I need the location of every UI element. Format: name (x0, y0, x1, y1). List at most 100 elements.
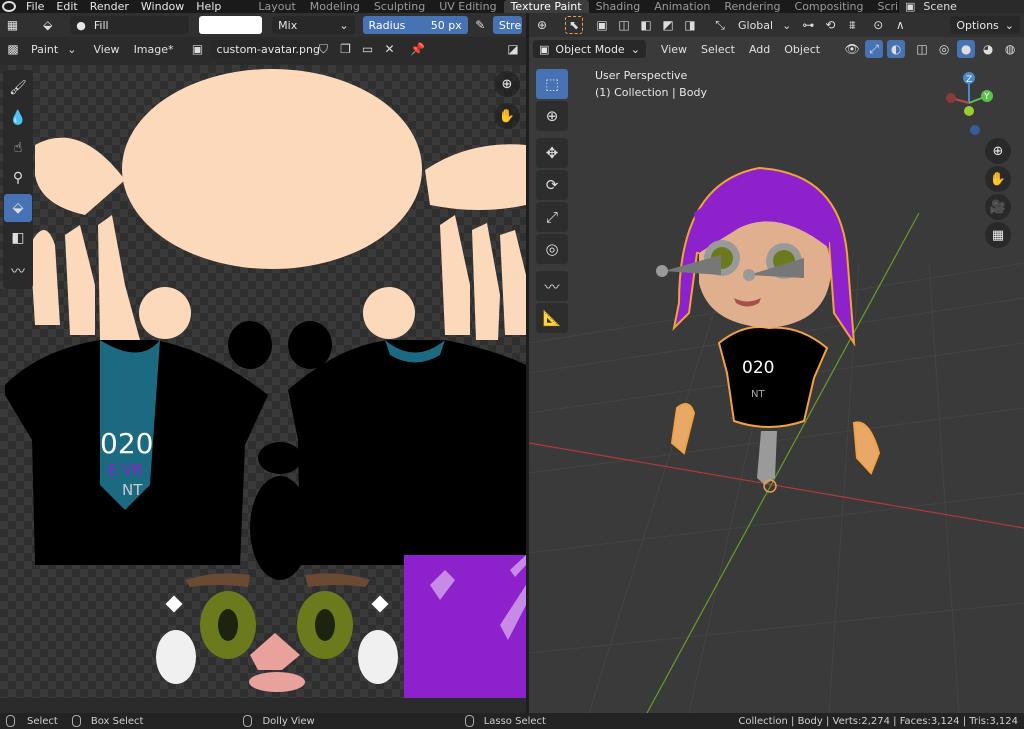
tab-layout[interactable]: Layout (251, 0, 302, 13)
mode-selector[interactable]: ▣ Object Mode ⌄ (533, 40, 646, 58)
select-mode-subtract-icon[interactable]: ◧ (637, 16, 655, 34)
material-shading-icon[interactable]: ◕ (979, 40, 997, 58)
perspective-grid-icon[interactable]: ▦ (985, 222, 1011, 248)
tab-sculpting[interactable]: Sculpting (367, 0, 432, 13)
strength-slider[interactable]: Stre (492, 16, 522, 34)
tab-shading[interactable]: Shading (589, 0, 648, 13)
annotate-icon[interactable]: 〰 (4, 257, 32, 285)
color-swatch[interactable] (198, 16, 263, 34)
svg-text:Y: Y (983, 92, 990, 102)
measure-tool-icon[interactable]: 📐 (536, 303, 568, 333)
zoom-icon[interactable]: ⊕ (494, 71, 520, 97)
cursor-tool-icon[interactable]: ⊕ (536, 101, 568, 131)
open-folder-icon[interactable]: ▭ (359, 40, 377, 58)
object-mode-icon: ▣ (539, 42, 550, 56)
menu-render[interactable]: Render (84, 0, 135, 13)
menu-help[interactable]: Help (190, 0, 227, 13)
tab-compositing[interactable]: Compositing (788, 0, 871, 13)
menu-select[interactable]: Select (696, 43, 740, 56)
menu-object[interactable]: Object (779, 43, 825, 56)
tab-uv-editing[interactable]: UV Editing (432, 0, 503, 13)
tab-animation[interactable]: Animation (647, 0, 717, 13)
editor-type-icon[interactable]: ▦ (4, 16, 21, 34)
menu-image[interactable]: Image* (129, 43, 179, 56)
select-mode-new-icon[interactable]: ▣ (593, 16, 611, 34)
pen-pressure-icon[interactable]: ✎ (472, 16, 489, 34)
smear-brush-icon[interactable]: ☝ (4, 134, 32, 162)
rendered-shading-icon[interactable]: ◍ (1001, 40, 1019, 58)
duplicate-image-icon[interactable]: ❐ (337, 40, 355, 58)
pivot-icon[interactable]: ⊶ (799, 16, 817, 34)
menu-add[interactable]: Add (744, 43, 775, 56)
chevron-down-icon: ⌄ (630, 42, 640, 56)
annotate-tool-icon[interactable]: 〰 (536, 271, 568, 301)
radius-slider[interactable]: Radius 50 px (362, 16, 468, 34)
gizmo-icon[interactable]: ⤢ (865, 40, 884, 58)
options-button[interactable]: Options ⌄ (950, 16, 1020, 34)
menu-view[interactable]: View (656, 43, 692, 56)
pin-icon[interactable]: 📌 (409, 40, 427, 58)
image-browse-icon[interactable]: ▣ (189, 40, 207, 58)
3d-viewport[interactable]: 020 NT ⊕ ⬉ ▣ ◫ ◧ ◩ ◨ ⤡ Global ⌄ ⊶ ⟲ ⩩ ⊙ (529, 13, 1024, 713)
blend-mode-select[interactable]: Mix ⌄ (272, 16, 355, 34)
image-name-field[interactable]: custom-avatar.png (210, 40, 320, 58)
mode-selector[interactable]: Paint (26, 43, 63, 56)
menu-edit[interactable]: Edit (50, 0, 83, 13)
mouse-right-icon (464, 715, 474, 727)
menu-file[interactable]: File (20, 0, 50, 13)
tab-rendering[interactable]: Rendering (717, 0, 787, 13)
navigation-gizmo[interactable]: Z Y (939, 68, 999, 138)
move-tool-icon[interactable]: ✥ (536, 138, 568, 168)
zoom-icon[interactable]: ⊕ (985, 138, 1011, 164)
rotate-tool-icon[interactable]: ⟳ (536, 170, 568, 200)
clone-brush-icon[interactable]: ⚲ (4, 164, 32, 192)
pan-hand-icon[interactable]: ✋ (494, 103, 520, 129)
visibility-icon[interactable]: 👁 (843, 40, 861, 58)
fill-brush-icon[interactable]: ⬙ (4, 194, 32, 222)
texture-canvas[interactable]: 020 E VR NT (0, 65, 526, 698)
orientation-select[interactable]: Global (733, 19, 778, 32)
viewport-tool-header: ⊕ ⬉ ▣ ◫ ◧ ◩ ◨ ⤡ Global ⌄ ⊶ ⟲ ⩩ ⊙ ∧ Optio… (529, 13, 1024, 37)
fill-brush-icon[interactable]: ⬙ (39, 16, 56, 34)
axis-neg-y-icon[interactable] (964, 106, 974, 116)
overlays-icon[interactable]: ◐ (887, 40, 906, 58)
editor-type-icon[interactable]: ⊕ (533, 16, 551, 34)
left-eye-cone-tip (656, 265, 668, 277)
tab-texture-paint[interactable]: Texture Paint (503, 0, 589, 13)
select-box-tool-icon[interactable]: ⬚ (536, 69, 568, 99)
proportional-edit-icon[interactable]: ⊙ (869, 16, 887, 34)
camera-icon[interactable]: 🎥 (985, 194, 1011, 220)
nose-uv (250, 633, 300, 670)
fake-user-shield-icon[interactable]: ⛉ (315, 40, 333, 58)
close-icon[interactable]: ✕ (381, 40, 399, 58)
left-ear-uv (156, 630, 196, 684)
snap-increment-icon[interactable]: ⩩ (843, 16, 861, 34)
menu-window[interactable]: Window (135, 0, 190, 13)
soften-brush-icon[interactable]: 💧 (4, 104, 32, 132)
falloff-icon[interactable]: ∧ (891, 16, 909, 34)
scale-tool-icon[interactable]: ⤢ (536, 202, 568, 232)
select-tool-icon[interactable]: ⬉ (565, 16, 583, 34)
brush-selector[interactable]: ● Fill (70, 16, 189, 34)
axis-neg-z-icon[interactable] (970, 125, 980, 135)
draw-brush-icon[interactable]: 🖌 (4, 74, 32, 102)
pan-hand-icon[interactable]: ✋ (985, 166, 1011, 192)
model-shirt-line3: NT (751, 389, 765, 400)
select-mode-extend-icon[interactable]: ◫ (615, 16, 633, 34)
select-mode-invert-icon[interactable]: ◩ (659, 16, 677, 34)
menu-view[interactable]: View (88, 43, 124, 56)
select-mode-intersect-icon[interactable]: ◨ (681, 16, 699, 34)
blender-logo-icon[interactable] (2, 1, 16, 12)
snap-icon[interactable]: ⟲ (821, 16, 839, 34)
solid-shading-icon[interactable]: ● (957, 40, 976, 58)
wireframe-shading-icon[interactable]: ◎ (935, 40, 953, 58)
chevron-down-icon: ⌄ (1004, 18, 1014, 32)
display-channels-icon[interactable]: ◪ (504, 40, 522, 58)
viewport-collection-label: (1) Collection | Body (595, 86, 707, 99)
tab-modeling[interactable]: Modeling (303, 0, 367, 13)
axis-neg-x-icon[interactable] (946, 93, 956, 103)
mask-brush-icon[interactable]: ◧ (4, 224, 32, 252)
xray-icon[interactable]: ◫ (913, 40, 931, 58)
transform-tool-icon[interactable]: ◎ (536, 234, 568, 264)
scene-selector[interactable]: ▣ Scene (898, 0, 1024, 13)
